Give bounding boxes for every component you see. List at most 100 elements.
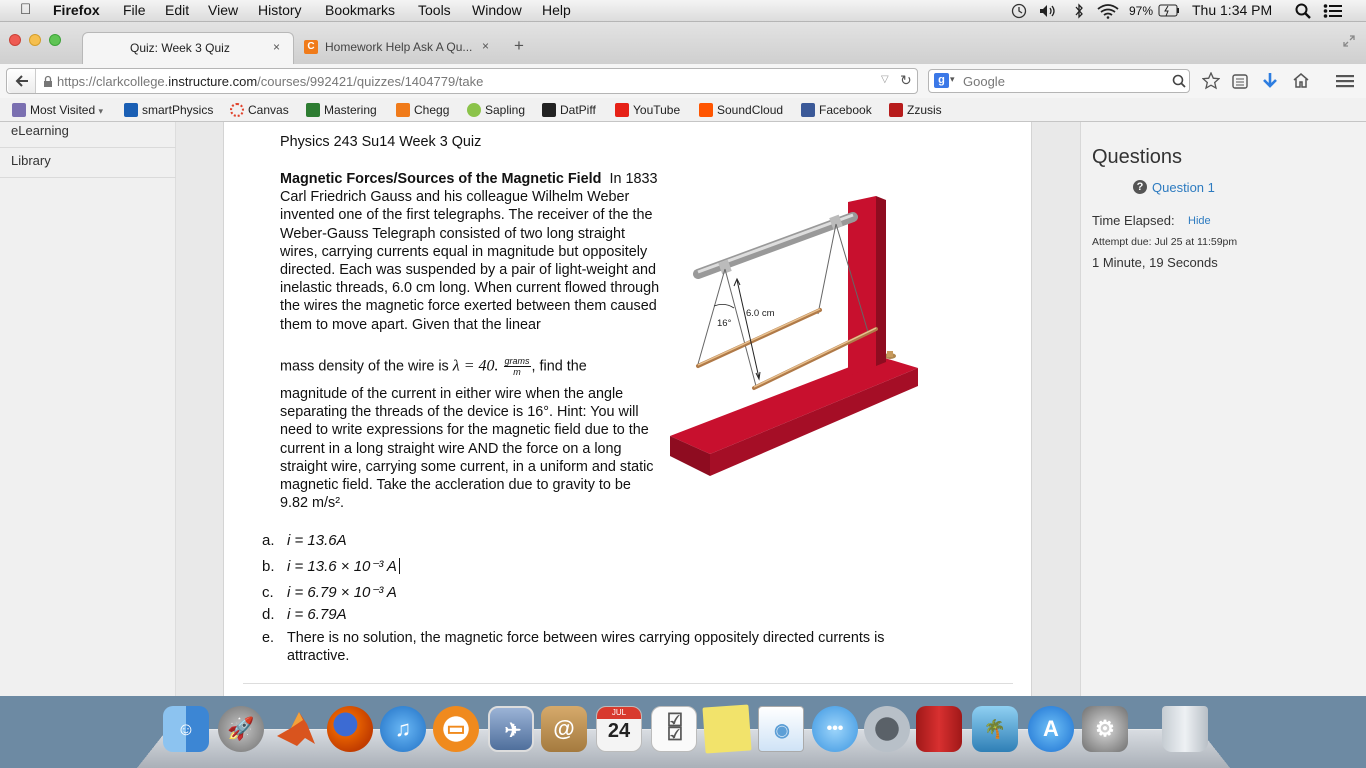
window-close-button[interactable] — [9, 34, 21, 46]
menu-file[interactable]: File — [123, 2, 146, 18]
datpiff-favicon-icon — [542, 103, 556, 117]
reload-icon[interactable]: ↻ — [900, 72, 912, 89]
bookmark-soundcloud[interactable]: SoundCloud — [699, 103, 783, 117]
volume-icon[interactable] — [1039, 4, 1057, 18]
facebook-favicon-icon — [801, 103, 815, 117]
bluetooth-icon[interactable] — [1074, 3, 1084, 19]
firefox-icon[interactable] — [327, 706, 373, 752]
search-placeholder: Google — [963, 74, 1005, 89]
question-1-link[interactable]: Question 1 — [1152, 180, 1215, 195]
bookmark-datpiff[interactable]: DatPiff — [542, 103, 596, 117]
time-machine-icon[interactable] — [1011, 3, 1027, 19]
tab-homework-label: Homework Help Ask A Qu... — [325, 40, 473, 54]
back-button[interactable] — [8, 69, 36, 93]
url-bar[interactable]: https://clarkcollege.instructure.com/cou… — [6, 68, 918, 94]
matlab-icon[interactable] — [273, 706, 319, 752]
menu-history[interactable]: History — [258, 2, 302, 18]
folder-icon — [12, 103, 26, 117]
menu-view[interactable]: View — [208, 2, 238, 18]
menu-edit[interactable]: Edit — [165, 2, 189, 18]
bookmark-sapling[interactable]: Sapling — [467, 103, 525, 117]
bookmark-youtube[interactable]: YouTube — [615, 103, 680, 117]
photobooth-icon[interactable] — [916, 706, 962, 752]
menu-help[interactable]: Help — [542, 2, 571, 18]
tab-homework-close-icon[interactable]: × — [482, 39, 489, 53]
apple-icon[interactable]:  — [20, 1, 31, 18]
tab-homework-help[interactable]: C Homework Help Ask A Qu... × — [296, 32, 504, 64]
bookmark-label: Mastering — [324, 103, 377, 117]
facetime-icon[interactable] — [864, 706, 910, 752]
bookmark-smartphysics[interactable]: smartPhysics — [124, 103, 213, 117]
window-minimize-button[interactable] — [29, 34, 41, 46]
menu-bookmarks[interactable]: Bookmarks — [325, 2, 395, 18]
smartphysics-favicon-icon — [124, 103, 138, 117]
nav-library[interactable]: Library — [0, 148, 176, 178]
menu-window[interactable]: Window — [472, 2, 522, 18]
trash-icon[interactable] — [1162, 706, 1208, 752]
answer-letter: b. — [262, 558, 275, 575]
bookmark-canvas[interactable]: Canvas — [230, 103, 289, 117]
attempt-due: Attempt due: Jul 25 at 11:59pm — [1092, 236, 1238, 248]
notification-center-icon[interactable] — [1323, 3, 1343, 19]
menu-app-firefox[interactable]: Firefox — [53, 2, 100, 18]
google-engine-icon[interactable]: g — [934, 73, 949, 88]
bookmark-most-visited[interactable]: Most Visited ▾ — [12, 103, 103, 117]
lock-icon — [44, 75, 52, 87]
wifi-icon[interactable] — [1097, 3, 1119, 19]
itunes-icon[interactable]: ♫ — [380, 706, 426, 752]
menubar-clock[interactable]: Thu 1:34 PM — [1192, 2, 1272, 18]
window-zoom-button[interactable] — [49, 34, 61, 46]
battery-icon[interactable] — [1158, 4, 1180, 17]
tab-quiz[interactable]: Quiz: Week 3 Quiz × — [82, 32, 294, 64]
answer-c[interactable]: c. i = 6.79 × 10⁻³ A — [262, 583, 397, 601]
messages-icon[interactable]: ••• — [812, 706, 858, 752]
appstore-icon[interactable]: A — [1028, 706, 1074, 752]
hide-timer-link[interactable]: Hide — [1188, 215, 1211, 227]
spotlight-search-icon[interactable] — [1295, 3, 1311, 19]
search-bar[interactable]: g ▾ Google — [928, 69, 1190, 93]
finder-icon[interactable]: ☺ — [163, 706, 209, 752]
new-tab-button[interactable]: + — [514, 36, 524, 56]
question-paragraph-1: Magnetic Forces/Sources of the Magnetic … — [280, 170, 660, 350]
figure-dimension-line — [736, 279, 760, 379]
bookmark-label: Canvas — [248, 103, 289, 117]
stickies-icon[interactable] — [702, 704, 752, 754]
preview-icon[interactable]: ✈ — [488, 706, 534, 752]
engine-dropdown-icon[interactable]: ▾ — [950, 74, 955, 85]
nav-elearning[interactable]: eLearning — [0, 118, 176, 148]
answer-a[interactable]: a. i = 13.6A — [262, 532, 347, 549]
menu-icon[interactable] — [1336, 73, 1354, 89]
bookmark-mastering[interactable]: Mastering — [306, 103, 377, 117]
reminders-icon[interactable]: ☑ ☑ — [651, 706, 697, 752]
preview2-icon[interactable]: ◉ — [758, 706, 804, 752]
bookmark-star-icon[interactable] — [1202, 72, 1220, 90]
youtube-favicon-icon — [615, 103, 629, 117]
fullscreen-icon[interactable] — [1342, 34, 1356, 48]
bookmark-zzusis[interactable]: Zzusis — [889, 103, 942, 117]
menu-tools[interactable]: Tools — [418, 2, 451, 18]
url-dropdown-icon[interactable]: ▽ — [881, 74, 889, 85]
reader-icon[interactable] — [1231, 72, 1249, 90]
tab-quiz-close-icon[interactable]: × — [273, 40, 280, 54]
search-icon[interactable] — [1172, 74, 1186, 88]
course-nav: eLearning Library — [0, 122, 176, 696]
iphoto-icon[interactable]: 🌴 — [972, 706, 1018, 752]
figure-post-front — [848, 196, 876, 376]
ibooks-icon[interactable]: ▭ — [433, 706, 479, 752]
figure-length-label: 6.0 cm — [746, 308, 775, 319]
bookmark-facebook[interactable]: Facebook — [801, 103, 872, 117]
downloads-icon[interactable] — [1261, 71, 1279, 91]
answer-e[interactable]: e. There is no solution, the magnetic for… — [262, 629, 922, 665]
text-cursor — [398, 558, 400, 574]
answer-text: i = 6.79 × 10⁻³ A — [287, 584, 397, 601]
calendar-icon[interactable]: JUL 24 — [596, 706, 642, 752]
systemprefs-icon[interactable]: ⚙ — [1082, 706, 1128, 752]
answer-d[interactable]: d. i = 6.79A — [262, 606, 347, 623]
bookmark-label: Sapling — [485, 103, 526, 117]
contacts-icon[interactable]: @ — [541, 706, 587, 752]
quiz-title: Physics 243 Su14 Week 3 Quiz — [280, 134, 482, 150]
bookmark-chegg[interactable]: Chegg — [396, 103, 449, 117]
home-icon[interactable] — [1292, 71, 1310, 89]
answer-b[interactable]: b. i = 13.6 × 10⁻³ A — [262, 557, 400, 575]
launchpad-icon[interactable]: 🚀 — [218, 706, 264, 752]
